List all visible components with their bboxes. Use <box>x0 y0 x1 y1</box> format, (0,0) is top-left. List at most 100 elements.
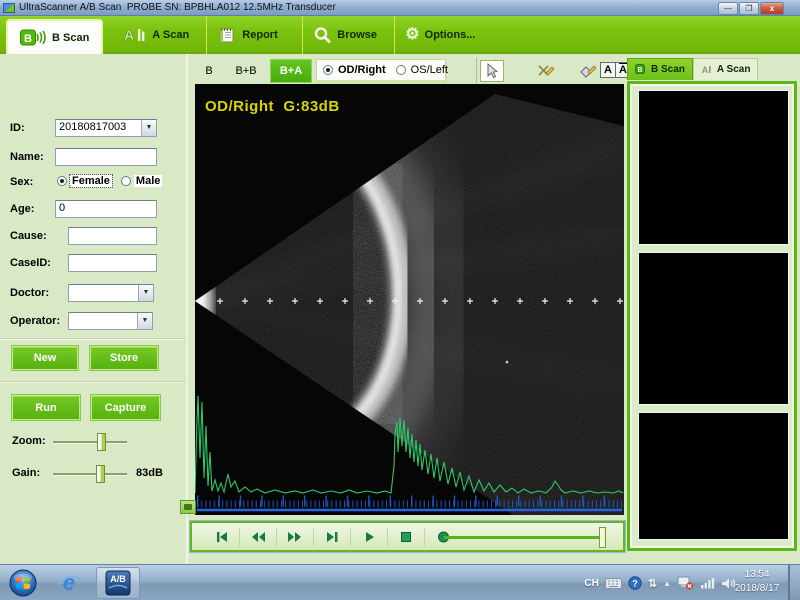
chevron-down-icon[interactable]: ▼ <box>138 285 153 301</box>
language-indicator[interactable]: CH <box>584 578 598 589</box>
tab-label: Options... <box>425 29 476 41</box>
gallery-tab-b-scan[interactable]: B B Scan <box>627 58 693 80</box>
report-icon <box>217 26 237 44</box>
patient-panel: ID: 20180817003 ▼ Name: Sex: Female Male… <box>0 54 188 564</box>
keyboard-icon[interactable] <box>605 578 622 589</box>
svg-text:A: A <box>124 27 134 43</box>
os-left-label[interactable]: OS/Left <box>409 64 450 76</box>
b-scan-thumbnail-2[interactable] <box>638 252 789 405</box>
chevron-down-icon[interactable]: ▼ <box>141 120 156 136</box>
desktop: UltraScanner A/B Scan PROBE SN: BPBHLA01… <box>0 0 800 600</box>
rewind-icon <box>250 530 266 544</box>
mode-b-button[interactable]: B <box>196 61 222 81</box>
frame-progress-track[interactable] <box>444 536 606 539</box>
erase-annotation-tool-button[interactable] <box>576 60 600 82</box>
zoom-slider-thumb[interactable] <box>97 433 106 451</box>
age-label: Age: <box>10 203 34 215</box>
male-radio[interactable] <box>121 176 131 186</box>
internet-explorer-icon: e <box>55 569 85 597</box>
female-label[interactable]: Female <box>70 175 112 187</box>
system-tray: CH ? ⇅ ▲ <box>584 565 736 600</box>
sync-icon[interactable]: ⇅ <box>648 577 657 590</box>
last-frame-button[interactable] <box>317 527 347 547</box>
svg-text:B: B <box>637 67 642 74</box>
tab-browse[interactable]: Browse <box>303 16 395 54</box>
play-button[interactable] <box>354 527 384 547</box>
svg-text:?: ? <box>632 578 638 588</box>
eye-select-group: OD/Right OS/Left <box>316 59 446 84</box>
ultrasound-image[interactable] <box>195 84 624 515</box>
first-frame-button[interactable] <box>206 527 236 547</box>
cursor-icon <box>485 63 499 79</box>
stop-button[interactable] <box>391 527 421 547</box>
measure-x-icon <box>537 63 555 79</box>
gain-value: 83dB <box>136 467 163 479</box>
gallery-tab-a-scan[interactable]: A A Scan <box>693 58 759 80</box>
os-left-radio[interactable] <box>396 65 406 75</box>
b-scan-thumbnail-3[interactable] <box>638 412 789 540</box>
store-button[interactable]: Store <box>90 346 158 370</box>
network-error-icon[interactable] <box>677 576 694 590</box>
text-a-tool-button[interactable]: A <box>600 62 616 78</box>
gain-slider[interactable] <box>53 473 127 476</box>
tab-a-scan[interactable]: A A Scan <box>111 16 207 54</box>
operator-combobox[interactable]: ▼ <box>68 312 153 330</box>
tab-label: B Scan <box>52 32 89 44</box>
doctor-combobox[interactable]: ▼ <box>68 284 154 302</box>
tab-label: Report <box>242 29 277 41</box>
ab-scan-taskbar-button[interactable]: A/B <box>96 567 140 599</box>
id-combobox[interactable]: 20180817003 ▼ <box>55 119 157 137</box>
gain-slider-thumb[interactable] <box>96 465 105 483</box>
tab-label: B Scan <box>651 64 685 75</box>
close-button[interactable]: x <box>760 2 784 15</box>
male-label[interactable]: Male <box>134 175 162 187</box>
windows-start-icon <box>9 569 37 597</box>
cause-input[interactable] <box>68 227 157 245</box>
female-radio[interactable] <box>57 176 67 186</box>
show-hidden-icons[interactable]: ▲ <box>663 579 671 588</box>
clock-time: 13:54 <box>734 568 780 582</box>
new-button[interactable]: New <box>12 346 78 370</box>
run-button[interactable]: Run <box>12 395 80 420</box>
rewind-button[interactable] <box>243 527 273 547</box>
svg-text:e: e <box>63 570 75 595</box>
od-right-label[interactable]: OD/Right <box>336 64 388 76</box>
a-scan-mini-icon: A <box>701 64 713 75</box>
windows-taskbar: e A/B CH ? ⇅ <box>0 564 800 600</box>
stop-icon <box>399 530 413 544</box>
mode-bb-button[interactable]: B+B <box>228 61 264 81</box>
start-button[interactable] <box>4 567 42 599</box>
delete-measure-tool-button[interactable] <box>534 60 558 82</box>
annotation-corner-button[interactable] <box>180 500 196 514</box>
signal-bars-icon[interactable] <box>700 577 715 589</box>
browse-icon <box>313 26 332 44</box>
mode-ba-button[interactable]: B+A <box>270 59 312 83</box>
zoom-slider[interactable] <box>53 441 127 444</box>
frame-progress-thumb[interactable] <box>599 527 606 548</box>
cursor-tool-button[interactable] <box>480 60 504 82</box>
taskbar-clock[interactable]: 13:54 2018/8/17 <box>734 568 780 596</box>
tab-report[interactable]: Report <box>207 16 303 54</box>
od-right-radio[interactable] <box>323 65 333 75</box>
internet-explorer-taskbar-button[interactable]: e <box>48 567 92 599</box>
echo-dot <box>506 361 509 364</box>
scan-toolbar: B B+B B+A OD/Right OS/Left <box>190 56 626 84</box>
sex-label: Sex: <box>10 176 33 188</box>
fast-forward-button[interactable] <box>280 527 310 547</box>
minimize-button[interactable]: — <box>718 2 738 15</box>
restore-button[interactable]: ❐ <box>739 2 759 15</box>
name-input[interactable] <box>55 148 157 166</box>
help-icon[interactable]: ? <box>628 576 642 590</box>
operator-label: Operator: <box>10 315 60 327</box>
age-input[interactable]: 0 <box>55 200 157 218</box>
gallery-tabs: B B Scan A A Scan <box>627 58 758 80</box>
tab-options[interactable]: ⚙ Options... <box>395 16 499 54</box>
b-scan-thumbnail-1[interactable] <box>638 90 789 245</box>
playback-bar <box>190 521 625 552</box>
show-desktop-button[interactable] <box>788 565 800 600</box>
chevron-down-icon[interactable]: ▼ <box>137 313 152 329</box>
window-controls: — ❐ x <box>718 2 784 15</box>
caseid-input[interactable] <box>68 254 157 272</box>
tab-b-scan[interactable]: B B Scan <box>6 19 103 54</box>
capture-button[interactable]: Capture <box>91 395 160 420</box>
